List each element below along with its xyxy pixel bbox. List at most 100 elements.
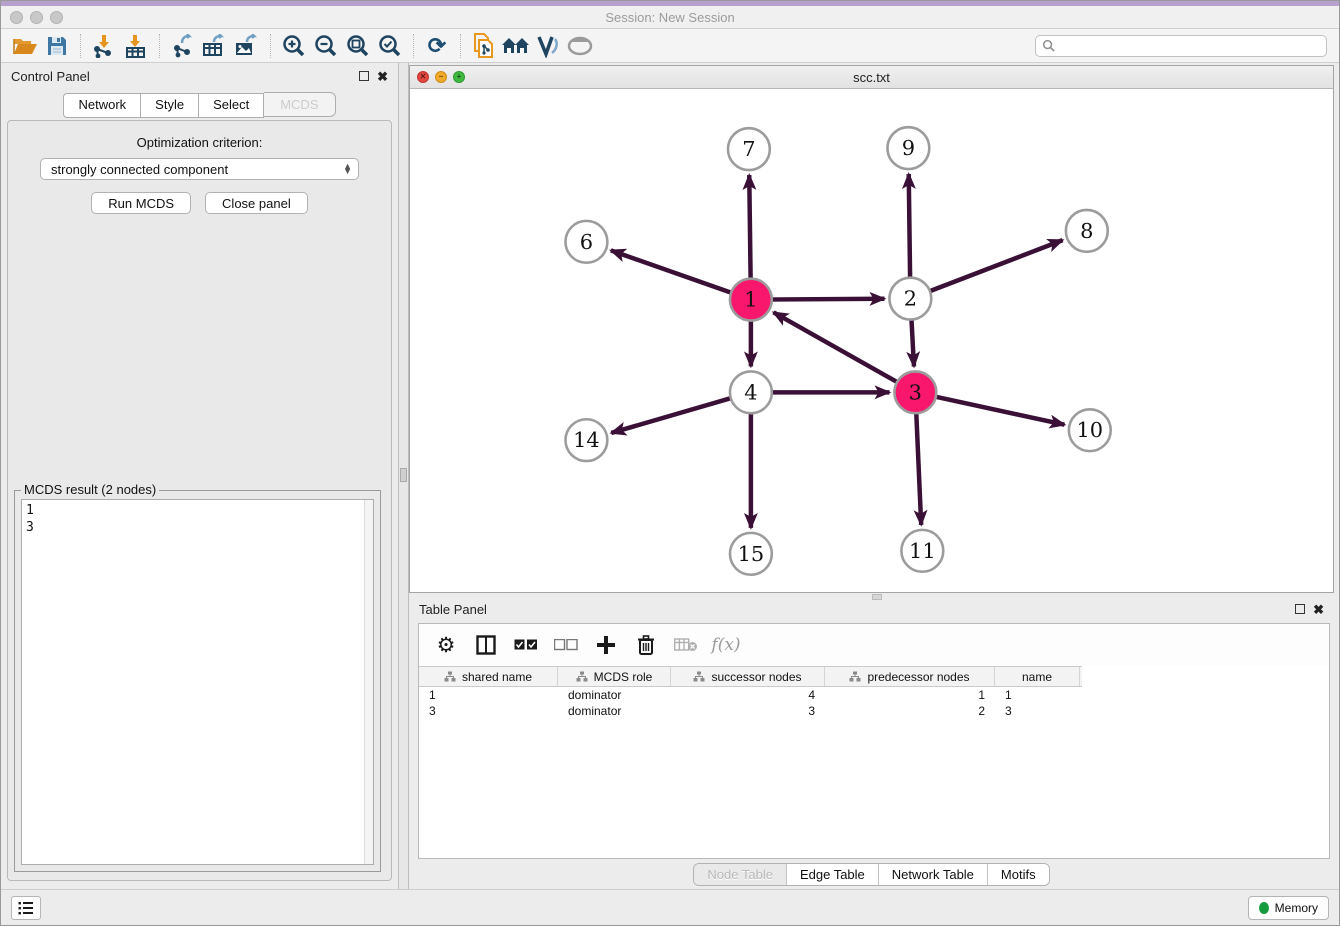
create-column-button[interactable] [593,631,619,659]
node-3[interactable]: 3 [894,371,936,413]
fx-icon: f(x) [711,635,740,655]
export-table-icon [202,34,228,58]
optimization-criterion-label: Optimization criterion: [8,135,391,150]
home-icon [501,35,531,57]
delete-column-button[interactable] [633,631,659,659]
clone-network-button[interactable] [468,32,500,60]
node-14[interactable]: 14 [565,419,607,461]
list-icon [18,901,34,915]
zoom-selected-button[interactable] [374,32,406,60]
cell-MCDS-role[interactable]: dominator [558,704,671,718]
zoom-in-button[interactable] [278,32,310,60]
edge-1-6[interactable] [611,250,751,299]
tab-node-table[interactable]: Node Table [694,864,787,885]
tab-style[interactable]: Style [141,93,199,118]
task-history-button[interactable] [11,896,41,920]
tab-network-table[interactable]: Network Table [879,864,988,885]
export-table-button[interactable] [199,32,231,60]
node-6[interactable]: 6 [565,221,607,263]
close-panel-button[interactable]: Close panel [205,192,308,214]
tab-network[interactable]: Network [63,93,141,118]
edge-2-8[interactable] [910,240,1062,298]
node-11[interactable]: 11 [901,530,943,572]
search-input[interactable] [1060,39,1320,53]
cell-name[interactable]: 1 [995,688,1080,702]
table-row[interactable]: 1dominator411 [419,687,1082,703]
horizontal-splitter-grip[interactable] [872,594,882,600]
table-panel-title: Table Panel [419,602,1295,617]
node-1[interactable]: 1 [730,279,772,321]
node-2[interactable]: 2 [889,278,931,320]
mcds-result-title: MCDS result (2 nodes) [21,482,159,497]
mcds-result-box[interactable]: 1 3 [21,499,374,865]
zoom-fit-button[interactable] [342,32,374,60]
import-table-icon [124,34,148,58]
cell-name[interactable]: 3 [995,704,1080,718]
float-panel-icon[interactable] [359,71,369,81]
table-settings-button[interactable]: ⚙ [433,631,459,659]
column-header-name[interactable]: name [995,667,1080,686]
run-mcds-button[interactable]: Run MCDS [91,192,191,214]
show-columns-button[interactable] [473,631,499,659]
hide-button[interactable] [564,32,596,60]
node-7[interactable]: 7 [728,128,770,170]
home-button[interactable] [500,32,532,60]
export-network-button[interactable] [167,32,199,60]
zoom-out-button[interactable] [310,32,342,60]
node-4[interactable]: 4 [730,371,772,413]
cell-shared-name[interactable]: 3 [419,704,558,718]
network-window-titlebar[interactable]: ✕ − + scc.txt [410,66,1333,89]
refresh-button[interactable]: ⟳ [421,32,453,60]
splitter-grip[interactable] [400,468,407,482]
main-toolbar: ⟳ [1,29,1339,63]
memory-label: Memory [1275,901,1318,915]
network-minimize-button[interactable]: − [435,71,447,83]
close-table-panel-icon[interactable]: ✖ [1313,603,1324,616]
node-15[interactable]: 15 [730,533,772,575]
column-header-MCDS-role[interactable]: MCDS role [558,667,671,686]
cell-predecessor-nodes[interactable]: 2 [825,704,995,718]
network-graph-canvas[interactable]: 7 9 6 8 1 2 4 3 14 10 15 11 [410,89,1333,592]
column-header-successor-nodes[interactable]: successor nodes [671,667,825,686]
titlebar[interactable]: Session: New Session [1,6,1339,29]
cell-predecessor-nodes[interactable]: 1 [825,688,995,702]
import-network-button[interactable] [88,32,120,60]
criterion-select[interactable]: strongly connected component ▲▼ [40,158,359,180]
column-type-icon [444,671,456,682]
select-all-columns-button[interactable] [513,631,539,659]
result-scrollbar[interactable] [364,500,373,864]
svg-text:8: 8 [1080,219,1093,243]
export-image-button[interactable] [231,32,263,60]
network-maximize-button[interactable]: + [453,71,465,83]
node-10[interactable]: 10 [1069,409,1111,451]
export-image-icon [234,34,260,58]
search-field[interactable] [1035,35,1327,57]
table-toolbar: ⚙ [419,624,1329,666]
tab-motifs[interactable]: Motifs [988,864,1049,885]
import-table-button[interactable] [120,32,152,60]
cell-shared-name[interactable]: 1 [419,688,558,702]
memory-button[interactable]: Memory [1248,896,1329,920]
cell-successor-nodes[interactable]: 3 [671,704,825,718]
node-8[interactable]: 8 [1066,210,1108,252]
vizmapper-button[interactable] [532,32,564,60]
edge-3-10[interactable] [915,392,1064,424]
open-session-button[interactable] [9,32,41,60]
network-close-button[interactable]: ✕ [417,71,429,83]
panel-splitter[interactable] [398,63,409,889]
tab-edge-table[interactable]: Edge Table [787,864,879,885]
cell-successor-nodes[interactable]: 4 [671,688,825,702]
save-session-button[interactable] [41,32,73,60]
column-header-shared-name[interactable]: shared name [419,667,558,686]
columns-icon [476,635,496,655]
float-table-panel-icon[interactable] [1295,604,1305,614]
tab-select[interactable]: Select [199,93,264,118]
table-row[interactable]: 3dominator323 [419,703,1082,719]
column-header-predecessor-nodes[interactable]: predecessor nodes [825,667,995,686]
cell-MCDS-role[interactable]: dominator [558,688,671,702]
close-panel-icon[interactable]: ✖ [377,70,388,83]
tab-mcds[interactable]: MCDS [264,92,335,117]
edge-3-1[interactable] [773,312,915,392]
deselect-all-columns-button[interactable] [553,631,579,659]
node-9[interactable]: 9 [887,127,929,169]
